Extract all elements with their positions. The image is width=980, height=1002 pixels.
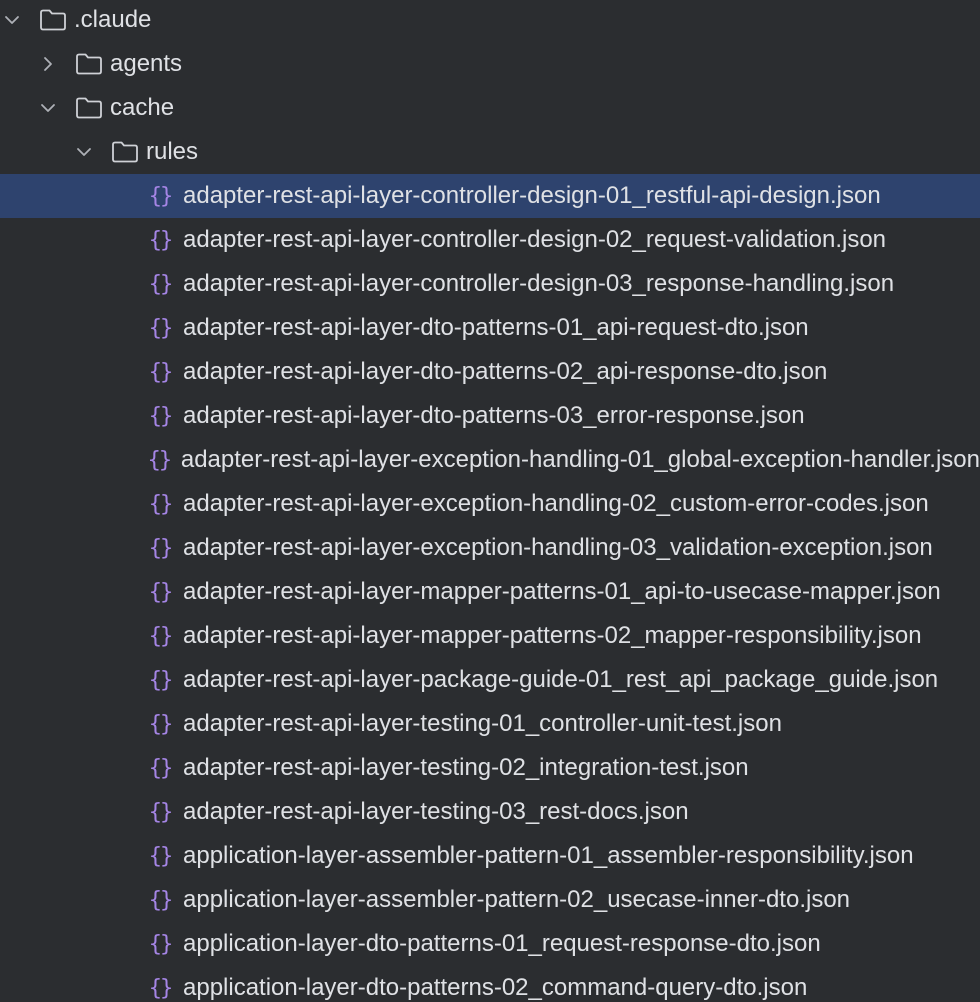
file-item[interactable]: {} adapter-rest-api-layer-exception-hand…: [0, 482, 980, 526]
file-item[interactable]: {} adapter-rest-api-layer-mapper-pattern…: [0, 614, 980, 658]
json-file-icon: {}: [148, 579, 174, 605]
file-name: adapter-rest-api-layer-controller-design…: [183, 226, 887, 253]
json-file-icon: {}: [148, 271, 174, 297]
json-file-icon: {}: [148, 711, 174, 737]
json-file-icon: {}: [148, 667, 174, 693]
file-item[interactable]: {} adapter-rest-api-layer-dto-patterns-0…: [0, 350, 980, 394]
file-name: adapter-rest-api-layer-dto-patterns-03_e…: [183, 402, 805, 429]
json-file-icon: {}: [148, 227, 174, 253]
json-file-icon: {}: [148, 535, 174, 561]
json-file-icon: {}: [148, 755, 174, 781]
json-file-icon: {}: [148, 359, 174, 385]
json-file-icon: {}: [147, 447, 172, 473]
chevron-right-icon[interactable]: [38, 54, 58, 74]
file-name: adapter-rest-api-layer-package-guide-01_…: [183, 666, 939, 693]
chevron-down-icon[interactable]: [38, 98, 58, 118]
tree-node-label: rules: [146, 138, 199, 165]
file-item[interactable]: {} application-layer-dto-patterns-02_com…: [0, 966, 980, 1002]
tree-node-cache[interactable]: cache: [0, 86, 980, 130]
file-item[interactable]: {} application-layer-assembler-pattern-0…: [0, 878, 980, 922]
json-file-icon: {}: [148, 491, 174, 517]
file-item[interactable]: {} adapter-rest-api-layer-mapper-pattern…: [0, 570, 980, 614]
tree-node-label: cache: [110, 94, 175, 121]
file-name: application-layer-dto-patterns-01_reques…: [183, 930, 821, 957]
file-item[interactable]: {} adapter-rest-api-layer-testing-03_res…: [0, 790, 980, 834]
file-item[interactable]: {} adapter-rest-api-layer-controller-des…: [0, 262, 980, 306]
json-file-icon: {}: [148, 403, 174, 429]
file-name: adapter-rest-api-layer-controller-design…: [183, 270, 895, 297]
json-file-icon: {}: [148, 315, 174, 341]
tree-node-agents[interactable]: agents: [0, 42, 980, 86]
tree-node-rules[interactable]: rules: [0, 130, 980, 174]
file-item[interactable]: {} adapter-rest-api-layer-package-guide-…: [0, 658, 980, 702]
json-file-icon: {}: [148, 623, 174, 649]
file-name: adapter-rest-api-layer-dto-patterns-01_a…: [183, 314, 809, 341]
file-item[interactable]: {} adapter-rest-api-layer-exception-hand…: [0, 526, 980, 570]
file-name: application-layer-assembler-pattern-01_a…: [183, 842, 914, 869]
file-name: adapter-rest-api-layer-mapper-patterns-0…: [183, 578, 941, 605]
file-name: adapter-rest-api-layer-testing-01_contro…: [183, 710, 782, 737]
file-name: adapter-rest-api-layer-testing-03_rest-d…: [183, 798, 689, 825]
file-name: adapter-rest-api-layer-exception-handlin…: [183, 534, 933, 561]
file-item[interactable]: {} application-layer-dto-patterns-01_req…: [0, 922, 980, 966]
file-name: adapter-rest-api-layer-testing-02_integr…: [183, 754, 749, 781]
json-file-icon: {}: [148, 975, 174, 1001]
project-file-tree: .claude agents cache rules {} adapter-re…: [0, 0, 980, 1002]
folder-icon: [110, 139, 140, 165]
tree-node-label: .claude: [74, 6, 152, 33]
file-name: adapter-rest-api-layer-dto-patterns-02_a…: [183, 358, 828, 385]
json-file-icon: {}: [148, 887, 174, 913]
file-item[interactable]: {} adapter-rest-api-layer-controller-des…: [0, 218, 980, 262]
json-file-icon: {}: [148, 843, 174, 869]
folder-icon: [74, 95, 104, 121]
json-file-icon: {}: [148, 183, 174, 209]
file-item[interactable]: {} application-layer-assembler-pattern-0…: [0, 834, 980, 878]
file-item[interactable]: {} adapter-rest-api-layer-dto-patterns-0…: [0, 394, 980, 438]
file-name: adapter-rest-api-layer-controller-design…: [183, 182, 881, 209]
chevron-down-icon[interactable]: [74, 142, 94, 162]
tree-node-label: agents: [110, 50, 183, 77]
folder-icon: [74, 51, 104, 77]
file-item[interactable]: {} adapter-rest-api-layer-testing-02_int…: [0, 746, 980, 790]
json-file-icon: {}: [148, 799, 174, 825]
file-item[interactable]: {} adapter-rest-api-layer-dto-patterns-0…: [0, 306, 980, 350]
file-name: adapter-rest-api-layer-exception-handlin…: [183, 490, 929, 517]
chevron-down-icon[interactable]: [2, 10, 22, 30]
file-item[interactable]: {} adapter-rest-api-layer-exception-hand…: [0, 438, 980, 482]
file-name: application-layer-assembler-pattern-02_u…: [183, 886, 851, 913]
folder-icon: [38, 7, 68, 33]
file-item[interactable]: {} adapter-rest-api-layer-testing-01_con…: [0, 702, 980, 746]
file-item[interactable]: {} adapter-rest-api-layer-controller-des…: [0, 174, 980, 218]
file-name: application-layer-dto-patterns-02_comman…: [183, 974, 808, 1001]
file-name: adapter-rest-api-layer-mapper-patterns-0…: [183, 622, 922, 649]
json-file-icon: {}: [148, 931, 174, 957]
file-name: adapter-rest-api-layer-exception-handlin…: [180, 446, 980, 473]
tree-node-claude[interactable]: .claude: [0, 0, 980, 42]
